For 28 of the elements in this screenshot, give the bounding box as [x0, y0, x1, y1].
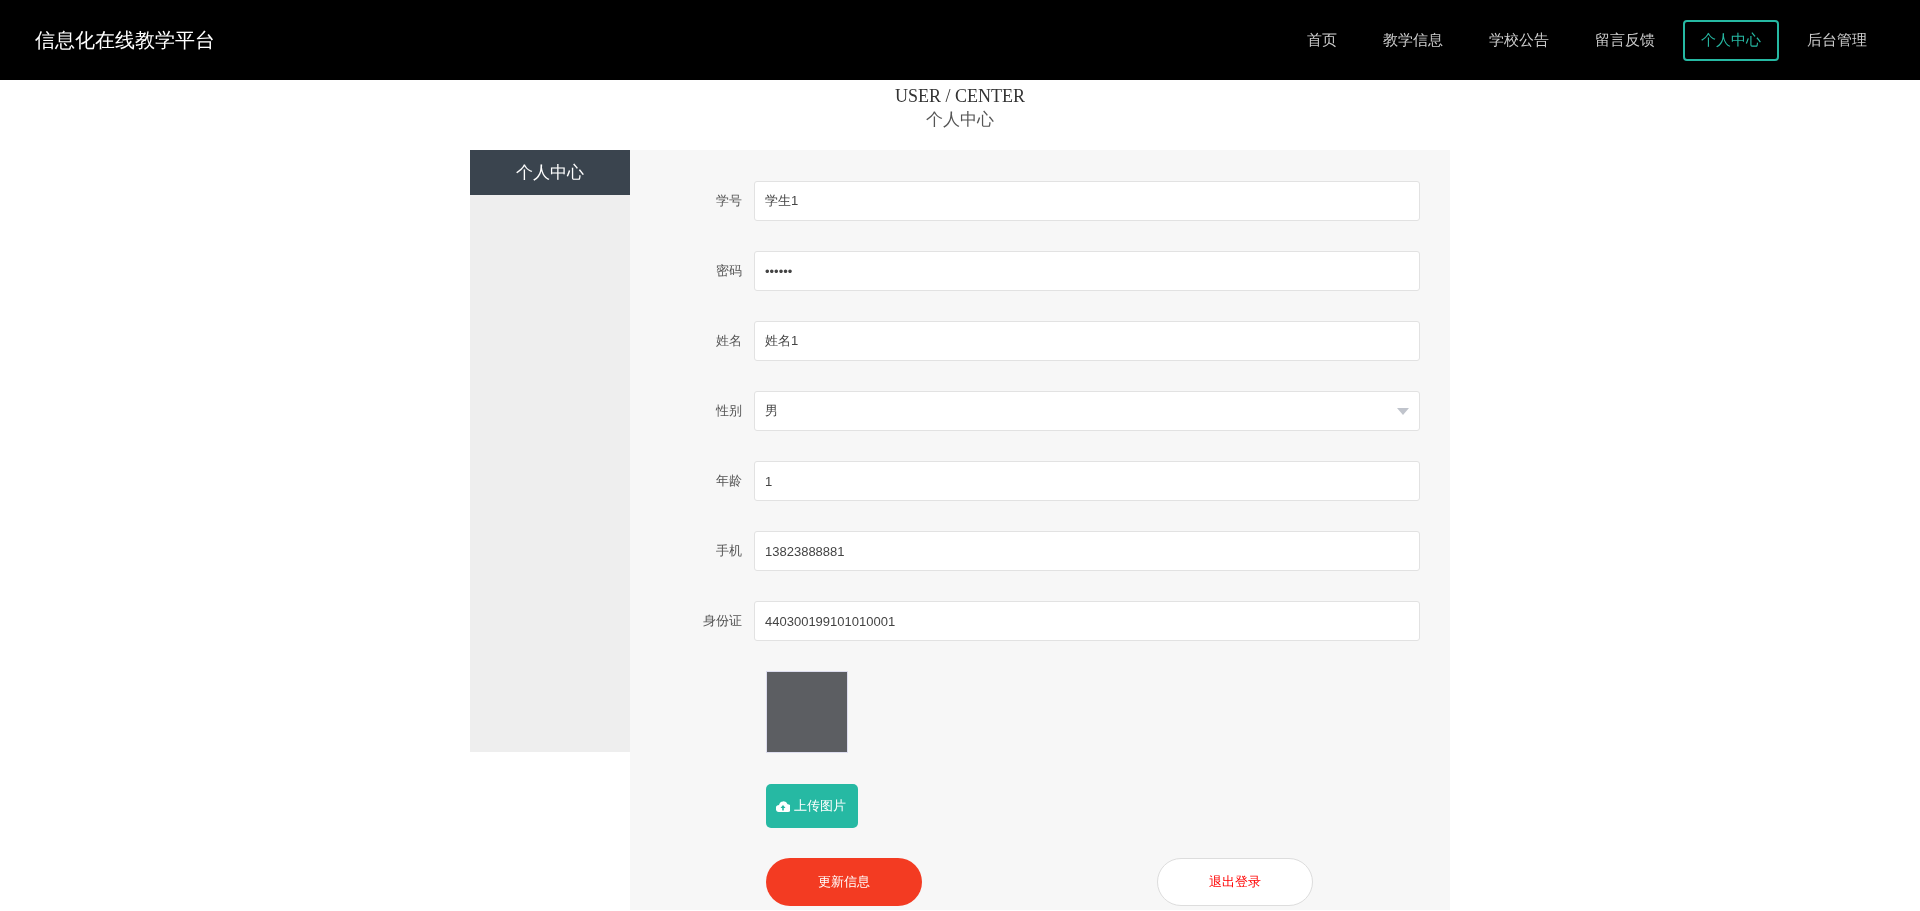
input-field[interactable]: 13823888881 — [754, 531, 1420, 571]
caret-icon — [1397, 407, 1409, 415]
field-label: 性别 — [715, 402, 743, 420]
site-title: 信息化在线教学平台 — [35, 27, 215, 53]
field-label: 密码 — [715, 262, 743, 280]
nav-link[interactable]: 后台管理 — [1789, 19, 1885, 61]
field-label: 学号 — [715, 192, 743, 210]
input-field[interactable]: 姓名1 — [754, 321, 1420, 361]
page-title: 个人中心 — [925, 109, 995, 131]
nav-link[interactable]: 学校公告 — [1471, 19, 1567, 61]
nav-link[interactable]: 个人中心 — [1683, 19, 1779, 61]
field-label: 身份证 — [702, 612, 743, 630]
update-button[interactable]: 更新信息 — [766, 858, 922, 906]
input-field[interactable]: 学生1 — [754, 181, 1420, 221]
field-label: 姓名 — [715, 332, 743, 350]
nav-link[interactable]: 留言反馈 — [1577, 19, 1673, 61]
nav-link[interactable]: 首页 — [1289, 19, 1355, 61]
select-field[interactable]: 男 — [754, 391, 1420, 431]
logout-button[interactable]: 退出登录 — [1157, 858, 1313, 906]
field-label: 手机 — [715, 542, 743, 560]
input-field[interactable]: •••••• — [754, 251, 1420, 291]
sidebar-title: 个人中心 — [470, 150, 630, 195]
nav-link[interactable]: 教学信息 — [1365, 19, 1461, 61]
page-title-english: USER / CENTER — [894, 85, 1026, 108]
field-label: 年龄 — [715, 472, 743, 490]
input-field[interactable]: 1 — [754, 461, 1420, 501]
input-field[interactable]: 440300199101010001 — [754, 601, 1420, 641]
cloud-upload-icon — [776, 800, 790, 812]
